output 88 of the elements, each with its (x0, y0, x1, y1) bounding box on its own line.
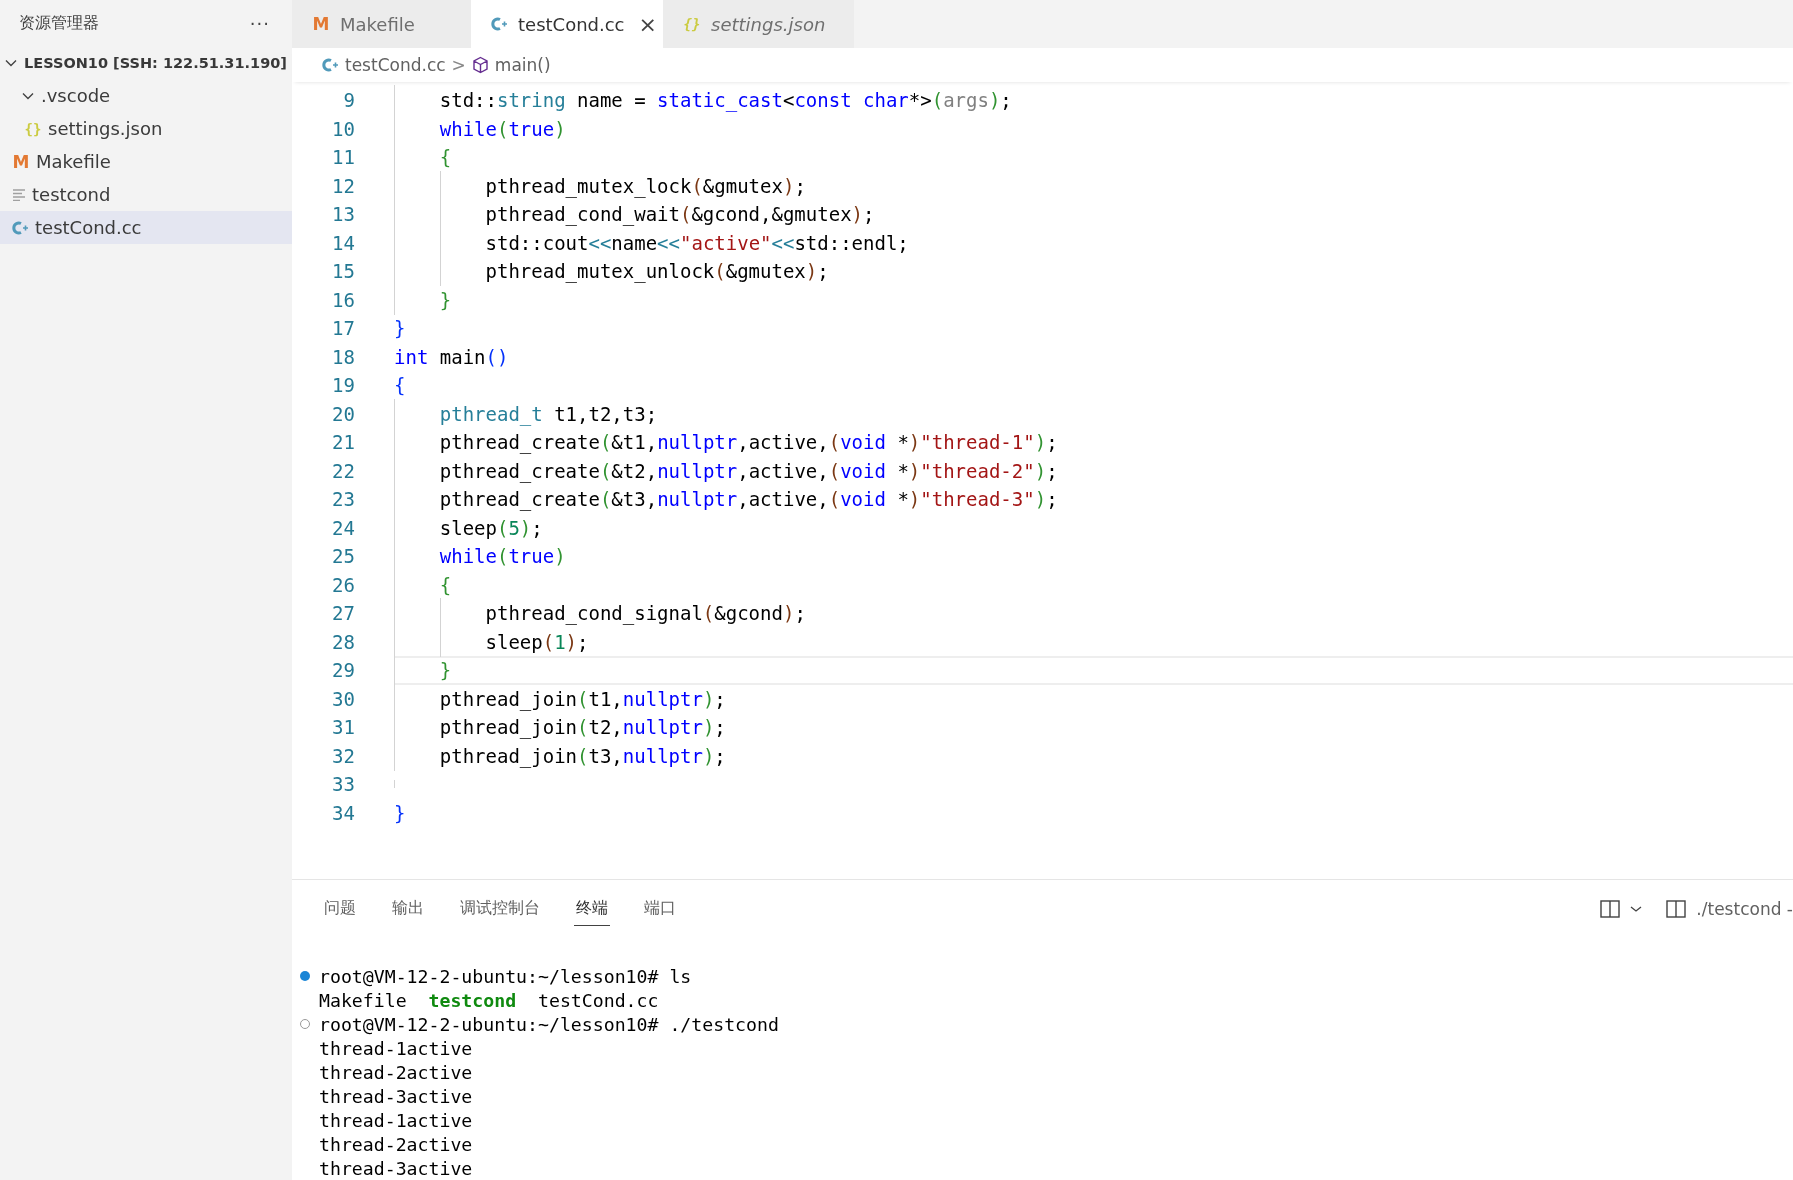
terminal-output: thread-1active (319, 1037, 473, 1059)
code-line: pthread_t t1,t2,t3; (394, 402, 658, 425)
more-actions-button[interactable]: ··· (249, 12, 270, 34)
code-line: { (394, 573, 452, 596)
braces-icon: {} (683, 16, 701, 32)
code-line: sleep(5); (394, 516, 543, 539)
file-item[interactable]: {} settings.json (0, 112, 292, 145)
line-number: 33 (331, 773, 355, 796)
line-number: 14 (331, 231, 355, 254)
terminal-command: root@VM-12-2-ubuntu:~/lesson10# ls (319, 965, 692, 987)
line-number: 21 (331, 431, 355, 454)
code-line: { (394, 146, 452, 169)
line-number: 11 (331, 146, 355, 169)
code-line: while(true) (394, 545, 566, 568)
cube-icon (471, 56, 489, 74)
panel-tab[interactable]: 输出 (390, 892, 426, 926)
makefile-icon: M (312, 14, 330, 34)
terminal-output: thread-3active (319, 1085, 473, 1107)
terminal-name[interactable]: ./testcond - (1696, 899, 1793, 919)
line-number: 15 (331, 260, 355, 283)
terminal-layout-icon[interactable] (1666, 900, 1687, 918)
code-line: int main() (394, 345, 509, 368)
code-line: std::cout<<name<<"active"<<std::endl; (394, 231, 909, 254)
line-number: 16 (331, 288, 355, 311)
terminal-command: root@VM-12-2-ubuntu:~/lesson10# ./testcond (319, 1013, 779, 1035)
code-line: while(true) (394, 117, 566, 140)
text-file-icon (12, 188, 26, 201)
code-line: pthread_join(t1,nullptr); (394, 687, 726, 710)
line-number: 34 (331, 801, 355, 824)
line-number: 19 (331, 374, 355, 397)
code-line: pthread_mutex_unlock(&gmutex); (394, 260, 829, 283)
code-line: pthread_create(&t2,nullptr,active,(void *)"thread-2"); (394, 459, 1058, 482)
terminal-output: thread-2active (319, 1133, 473, 1155)
line-number: 12 (331, 174, 355, 197)
line-number: 17 (331, 317, 355, 340)
line-number: 30 (331, 687, 355, 710)
code-line: { (394, 374, 406, 397)
folder-item[interactable]: LESSON10 [SSH: 122.51.31.190] (0, 46, 292, 79)
chevron-down-icon[interactable] (1630, 904, 1643, 914)
code-line: pthread_create(&t3,nullptr,active,(void *)"thread-3"); (394, 488, 1058, 511)
code-line: } (394, 317, 406, 340)
braces-icon: {} (24, 120, 42, 137)
breadcrumb-file[interactable]: testCond.cc (345, 55, 446, 75)
panel-tab[interactable]: 调试控制台 (458, 892, 542, 926)
breadcrumb-symbol[interactable]: main() (494, 55, 551, 75)
close-icon[interactable]: × (638, 11, 657, 37)
line-number: 18 (331, 345, 355, 368)
cpp-file-icon (322, 57, 339, 73)
line-number: 13 (331, 203, 355, 226)
terminal-output: thread-3active (319, 1157, 473, 1179)
terminal-output: Makefile testcond testCond.cc (319, 989, 659, 1011)
line-number: 22 (331, 459, 355, 482)
editor-tab[interactable]: M Makefile (292, 0, 471, 48)
editor-tab[interactable]: {} settings.json (663, 0, 854, 48)
file-item[interactable]: testcond (0, 178, 292, 211)
code-line: pthread_mutex_lock(&gmutex); (394, 174, 806, 197)
line-number: 32 (331, 744, 355, 767)
line-number: 29 (331, 659, 355, 682)
cpp-file-icon (491, 16, 508, 32)
panel-tab[interactable]: 终端 (574, 892, 610, 926)
line-number: 28 (331, 630, 355, 653)
line-number: 9 (342, 89, 355, 112)
terminal-output: thread-2active (319, 1061, 473, 1083)
code-line: } (394, 659, 452, 682)
folder-item[interactable]: .vscode (0, 79, 292, 112)
editor-tab[interactable]: testCond.cc × (471, 0, 663, 48)
line-number: 23 (331, 488, 355, 511)
code-line: pthread_create(&t1,nullptr,active,(void *)"thread-1"); (394, 431, 1058, 454)
line-number: 24 (331, 516, 355, 539)
panel-tab[interactable]: 端口 (642, 892, 678, 926)
sidebar-title: 资源管理器 (19, 12, 99, 34)
line-number: 25 (331, 545, 355, 568)
line-number: 10 (331, 117, 355, 140)
code-line: pthread_cond_wait(&gcond,&gmutex); (394, 203, 875, 226)
split-terminal-icon[interactable] (1600, 900, 1621, 918)
terminal-output: thread-1active (319, 1109, 473, 1131)
makefile-icon: M (12, 151, 30, 172)
line-number: 26 (331, 573, 355, 596)
panel-tab[interactable]: 问题 (322, 892, 358, 926)
line-number: 20 (331, 402, 355, 425)
breadcrumb-separator: > (451, 55, 466, 75)
line-number: 31 (331, 716, 355, 739)
file-item[interactable]: M Makefile (0, 145, 292, 178)
cpp-file-icon (12, 219, 29, 236)
file-item[interactable]: testCond.cc (0, 211, 292, 244)
line-number: 27 (331, 602, 355, 625)
code-line: } (394, 801, 406, 824)
code-line: pthread_join(t2,nullptr); (394, 716, 726, 739)
